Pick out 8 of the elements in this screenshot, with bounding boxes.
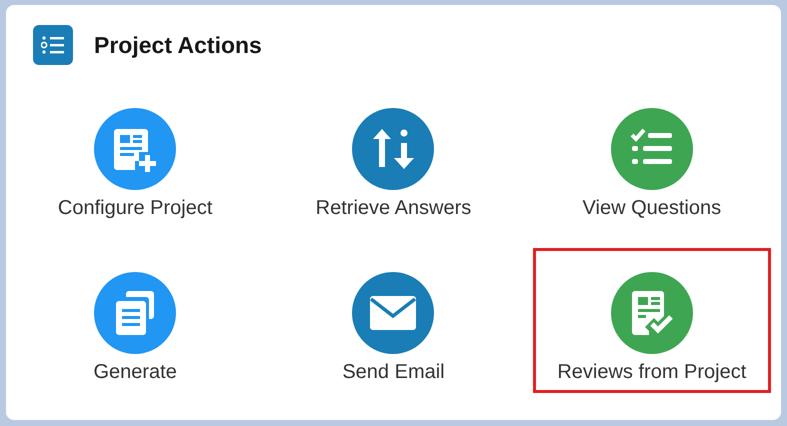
action-button[interactable]: View Questions <box>532 84 771 229</box>
card-title: Project Actions <box>94 30 262 60</box>
action-button[interactable]: Reviews from Project <box>532 248 771 393</box>
action-button[interactable]: Generate <box>16 248 254 393</box>
list-icon <box>33 25 73 65</box>
action-button[interactable]: Configure Project <box>16 84 254 229</box>
action-button[interactable]: Send Email <box>274 248 512 393</box>
action-button[interactable]: Retrieve Answers <box>274 84 512 229</box>
